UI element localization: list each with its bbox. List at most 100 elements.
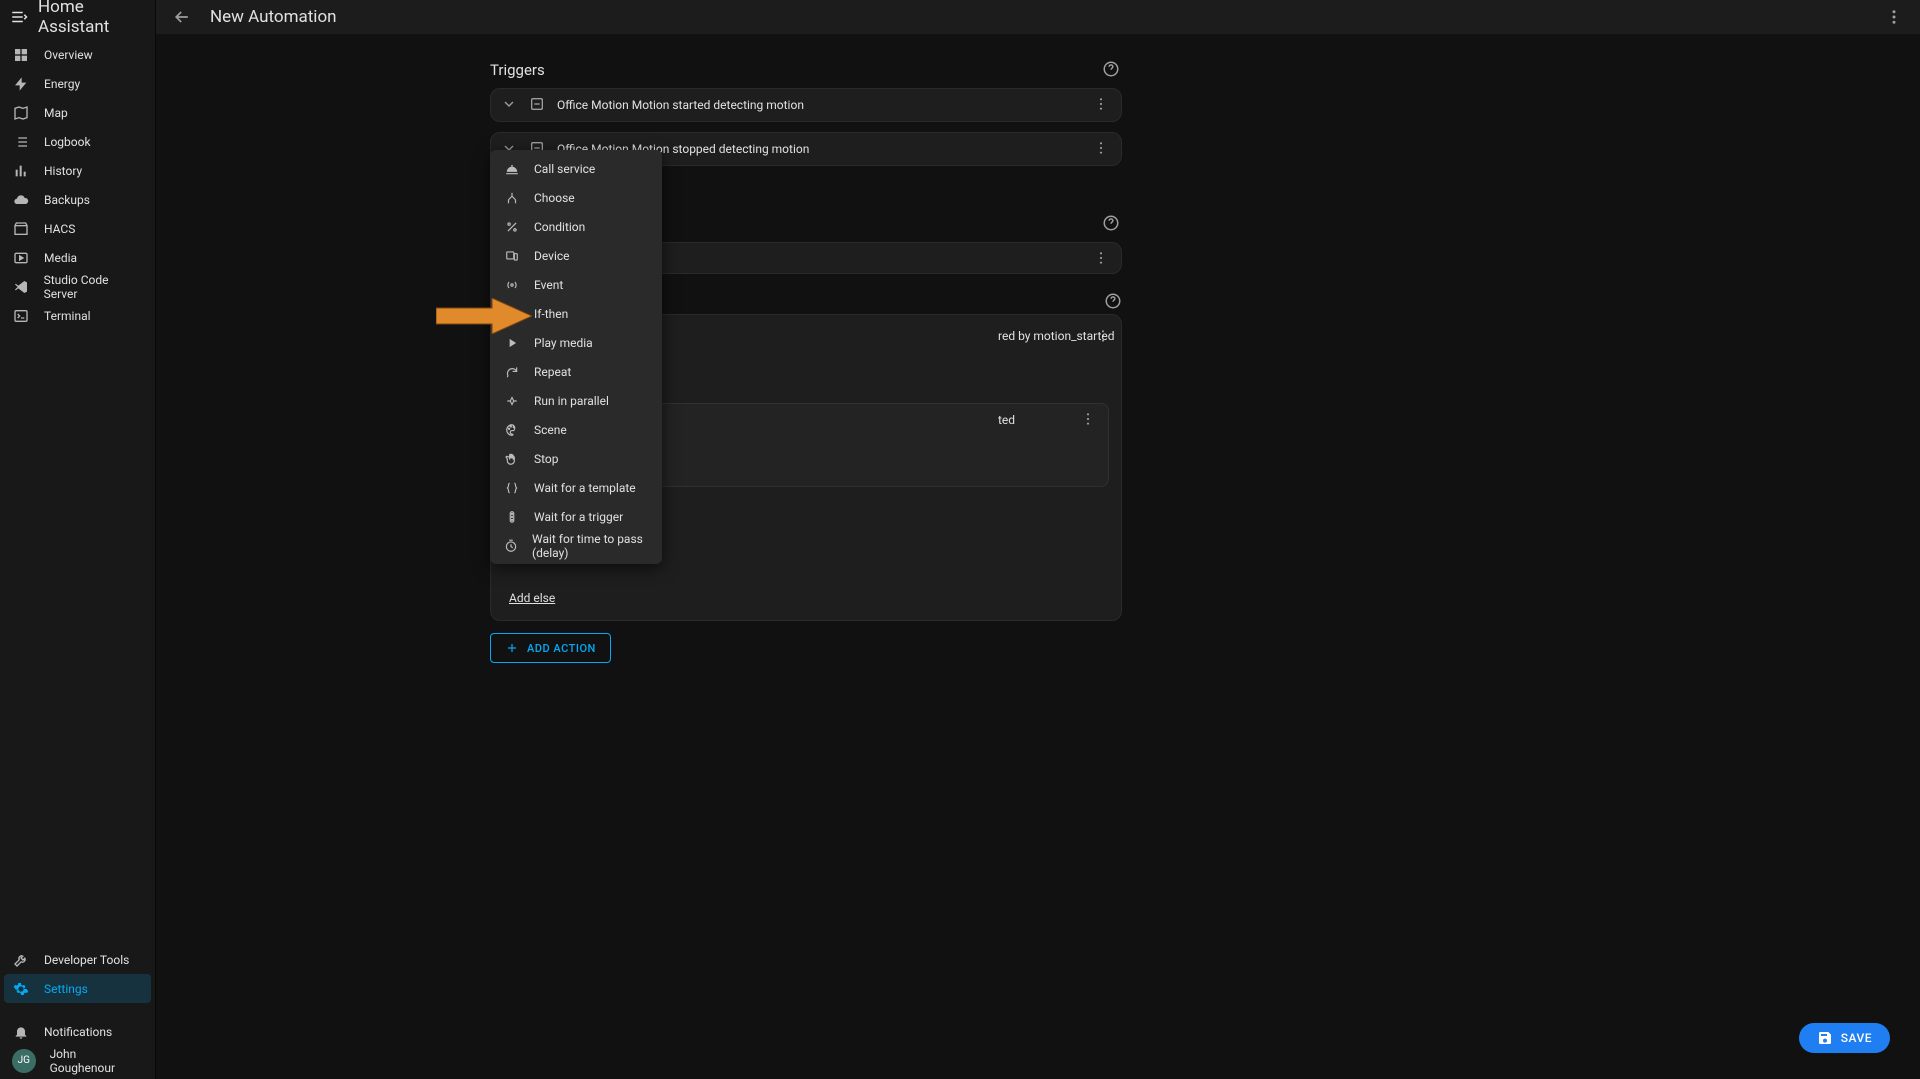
section-header-triggers: Triggers — [490, 60, 1122, 80]
sidebar-item-devtools[interactable]: Developer Tools — [4, 945, 151, 974]
sidebar-item-map[interactable]: Map — [4, 98, 151, 127]
sidebar-item-label: Terminal — [44, 309, 91, 323]
sidebar-item-logbook[interactable]: Logbook — [4, 127, 151, 156]
save-label: SAVE — [1841, 1031, 1872, 1045]
save-button[interactable]: SAVE — [1799, 1023, 1890, 1053]
sidebar-item-label: Energy — [44, 77, 80, 91]
map-icon — [12, 104, 30, 122]
menu-item-label: Wait for time to pass (delay) — [532, 532, 648, 560]
sidebar-item-terminal[interactable]: Terminal — [4, 301, 151, 330]
gear-icon — [12, 980, 30, 998]
more-icon[interactable] — [1093, 250, 1111, 268]
menu-icon[interactable] — [10, 8, 28, 26]
more-icon[interactable] — [1093, 140, 1111, 158]
menu-item-label: Scene — [534, 423, 567, 437]
trigger-row[interactable]: Office Motion Motion started detecting m… — [491, 89, 1121, 121]
radio-icon — [504, 277, 520, 293]
list-icon — [12, 133, 30, 151]
sidebar-item-overview[interactable]: Overview — [4, 40, 151, 69]
help-icon[interactable] — [1102, 214, 1122, 234]
help-icon[interactable] — [1104, 292, 1122, 310]
chart-icon — [12, 162, 30, 180]
sidebar: Home Assistant Overview Energy Map Logbo… — [0, 0, 156, 1079]
menu-item-condition[interactable]: Condition — [490, 212, 662, 241]
menu-item-label: Call service — [534, 162, 595, 176]
topbar: New Automation — [156, 0, 1920, 34]
menu-item-wait-trigger[interactable]: Wait for a trigger — [490, 502, 662, 531]
back-button[interactable] — [166, 1, 198, 33]
add-else-link[interactable]: Add else — [509, 591, 555, 605]
overflow-menu-button[interactable] — [1878, 1, 1910, 33]
sidebar-item-label: Developer Tools — [44, 953, 129, 967]
user-name: John Goughenour — [50, 1047, 143, 1075]
menu-item-label: Repeat — [534, 365, 571, 379]
sidebar-item-label: Logbook — [44, 135, 91, 149]
add-action-button[interactable]: ADD ACTION — [490, 633, 611, 663]
motion-icon — [529, 96, 547, 114]
menu-item-event[interactable]: Event — [490, 270, 662, 299]
terminal-icon — [12, 307, 30, 325]
trigger-label: Office Motion Motion started detecting m… — [557, 98, 804, 112]
help-icon[interactable] — [1102, 60, 1122, 80]
menu-item-scene[interactable]: Scene — [490, 415, 662, 444]
vscode-icon — [12, 278, 30, 296]
menu-item-wait-template[interactable]: Wait for a template — [490, 473, 662, 502]
dashboard-icon — [12, 46, 30, 64]
bolt-icon — [12, 75, 30, 93]
percent-icon — [504, 219, 520, 235]
menu-item-label: Choose — [534, 191, 575, 205]
menu-item-label: Wait for a trigger — [534, 510, 623, 524]
sidebar-item-label: Overview — [44, 48, 93, 62]
sidebar-item-label: Settings — [44, 982, 88, 996]
add-action-label: ADD ACTION — [527, 642, 596, 655]
sidebar-item-energy[interactable]: Energy — [4, 69, 151, 98]
sidebar-item-history[interactable]: History — [4, 156, 151, 185]
sidebar-item-notifications[interactable]: Notifications — [4, 1017, 151, 1046]
if-condition-fragment: red by motion_started — [998, 329, 1115, 343]
palette-icon — [504, 422, 520, 438]
sidebar-item-user[interactable]: JG John Goughenour — [4, 1046, 151, 1075]
menu-item-stop[interactable]: Stop — [490, 444, 662, 473]
sidebar-item-hacs[interactable]: HACS — [4, 214, 151, 243]
sidebar-item-media[interactable]: Media — [4, 243, 151, 272]
sidebar-item-label: HACS — [44, 222, 75, 236]
devices-icon — [504, 248, 520, 264]
room-service-icon — [504, 161, 520, 177]
bell-icon — [12, 1023, 30, 1041]
page-title: New Automation — [210, 7, 337, 27]
menu-item-wait-delay[interactable]: Wait for time to pass (delay) — [490, 531, 662, 560]
annotation-arrow — [436, 298, 532, 334]
sidebar-item-label: Notifications — [44, 1025, 112, 1039]
cloud-icon — [12, 191, 30, 209]
menu-item-choose[interactable]: Choose — [490, 183, 662, 212]
chevron-down-icon — [501, 96, 519, 114]
menu-item-label: Stop — [534, 452, 559, 466]
sidebar-item-backups[interactable]: Backups — [4, 185, 151, 214]
menu-item-label: Play media — [534, 336, 593, 350]
play-icon — [504, 335, 520, 351]
sidebar-item-label: Map — [44, 106, 68, 120]
app-title: Home Assistant — [38, 0, 145, 37]
timer-icon — [504, 538, 518, 554]
menu-item-label: Wait for a template — [534, 481, 636, 495]
more-icon[interactable] — [1080, 411, 1098, 429]
nested-fragment: ted — [998, 413, 1015, 427]
menu-item-device[interactable]: Device — [490, 241, 662, 270]
action-type-menu: Call service Choose Condition Device Eve… — [490, 150, 662, 564]
sidebar-item-label: Media — [44, 251, 77, 265]
sidebar-item-settings[interactable]: Settings — [4, 974, 151, 1003]
braces-icon — [504, 480, 520, 496]
menu-item-repeat[interactable]: Repeat — [490, 357, 662, 386]
wrench-icon — [12, 951, 30, 969]
store-icon — [12, 220, 30, 238]
menu-item-label: Run in parallel — [534, 394, 609, 408]
menu-item-label: Device — [534, 249, 570, 263]
sidebar-item-label: Studio Code Server — [44, 273, 143, 301]
section-title: Triggers — [490, 61, 545, 79]
play-icon — [12, 249, 30, 267]
menu-item-parallel[interactable]: Run in parallel — [490, 386, 662, 415]
more-icon[interactable] — [1093, 96, 1111, 114]
avatar: JG — [12, 1049, 36, 1073]
sidebar-item-vscode[interactable]: Studio Code Server — [4, 272, 151, 301]
menu-item-call-service[interactable]: Call service — [490, 154, 662, 183]
